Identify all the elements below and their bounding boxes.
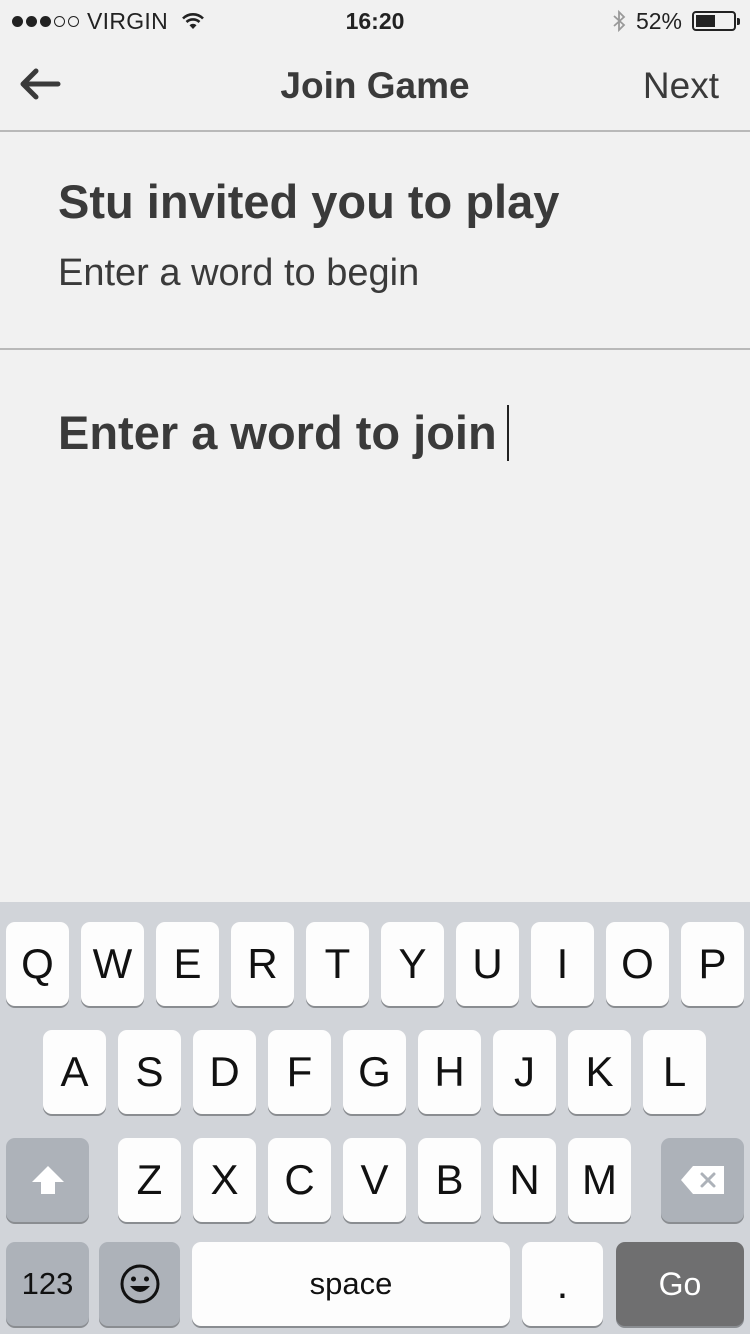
key-w[interactable]: W: [81, 922, 144, 1006]
key-n[interactable]: N: [493, 1138, 556, 1222]
key-t[interactable]: T: [306, 922, 369, 1006]
status-bar: VIRGIN 16:20 52%: [0, 0, 750, 40]
key-e[interactable]: E: [156, 922, 219, 1006]
key-b[interactable]: B: [418, 1138, 481, 1222]
shift-key[interactable]: [6, 1138, 89, 1222]
period-key[interactable]: .: [522, 1242, 603, 1326]
key-x[interactable]: X: [193, 1138, 256, 1222]
invite-title: Stu invited you to play: [58, 175, 560, 228]
bluetooth-icon: [613, 9, 626, 33]
key-h[interactable]: H: [418, 1030, 481, 1114]
key-a[interactable]: A: [43, 1030, 106, 1114]
next-button[interactable]: Next: [643, 64, 719, 108]
word-input-field[interactable]: Enter a word to join: [58, 400, 509, 466]
numbers-key[interactable]: 123: [6, 1242, 89, 1326]
battery-percentage: 52%: [635, 7, 682, 34]
key-k[interactable]: K: [568, 1030, 631, 1114]
key-u[interactable]: U: [456, 922, 519, 1006]
text-caret: [506, 405, 509, 461]
emoji-icon: [120, 1264, 159, 1304]
keyboard: Q W E R T Y U I O P A S D F G H J K L Z …: [0, 902, 750, 1334]
space-key[interactable]: space: [192, 1242, 510, 1326]
key-c[interactable]: C: [268, 1138, 331, 1222]
key-r[interactable]: R: [231, 922, 294, 1006]
invite-subtitle: Enter a word to begin: [58, 252, 420, 294]
navigation-bar: Join Game Next: [0, 40, 750, 132]
shift-icon: [31, 1166, 64, 1194]
key-d[interactable]: D: [193, 1030, 256, 1114]
status-right: 52%: [612, 6, 740, 36]
key-f[interactable]: F: [268, 1030, 331, 1114]
key-s[interactable]: S: [118, 1030, 181, 1114]
key-g[interactable]: G: [343, 1030, 406, 1114]
key-o[interactable]: O: [606, 922, 669, 1006]
emoji-key[interactable]: [99, 1242, 180, 1326]
delete-key[interactable]: [661, 1138, 744, 1222]
go-key[interactable]: Go: [616, 1242, 744, 1326]
key-q[interactable]: Q: [6, 922, 69, 1006]
backspace-icon: [680, 1166, 724, 1194]
word-input-placeholder: Enter a word to join: [58, 406, 497, 459]
key-l[interactable]: L: [643, 1030, 706, 1114]
key-i[interactable]: I: [531, 922, 594, 1006]
key-m[interactable]: M: [568, 1138, 631, 1222]
key-z[interactable]: Z: [118, 1138, 181, 1222]
key-v[interactable]: V: [343, 1138, 406, 1222]
battery-fill: [696, 15, 715, 27]
page-title: Join Game: [280, 65, 470, 106]
key-j[interactable]: J: [493, 1030, 556, 1114]
invite-section: Stu invited you to play Enter a word to …: [0, 132, 750, 350]
key-p[interactable]: P: [681, 922, 744, 1006]
battery-icon: [692, 11, 740, 31]
key-y[interactable]: Y: [381, 922, 444, 1006]
